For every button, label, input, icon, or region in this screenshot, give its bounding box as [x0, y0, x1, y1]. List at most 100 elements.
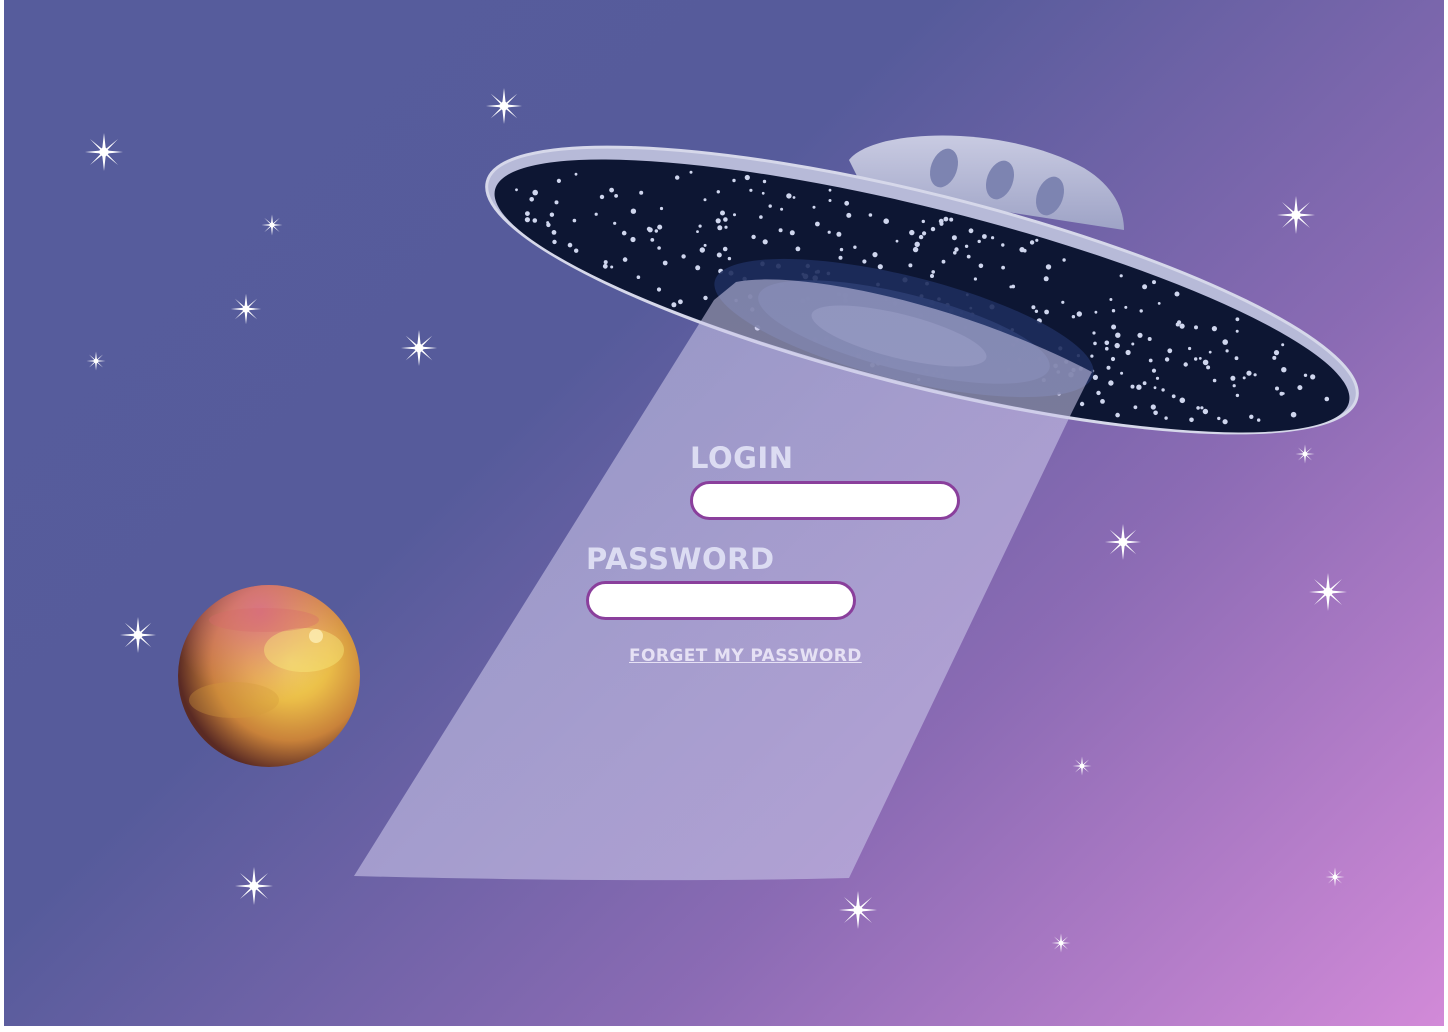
ufo-light: [671, 302, 677, 308]
ufo-light: [751, 234, 756, 240]
ufo-light: [862, 259, 867, 264]
ufo-light: [1222, 339, 1228, 345]
ufo-light: [1211, 326, 1217, 332]
password-input[interactable]: [586, 581, 856, 620]
ufo-light: [1043, 276, 1049, 282]
ufo-light: [1179, 397, 1186, 404]
ufo-light: [768, 204, 772, 208]
ufo-light: [943, 216, 949, 222]
ufo-light: [930, 226, 936, 232]
forgot-password-link[interactable]: FORGET MY PASSWORD: [629, 646, 862, 666]
ufo-light: [1108, 380, 1114, 386]
ufo-light: [792, 196, 796, 199]
ufo-light: [964, 244, 969, 248]
ufo-light: [1119, 274, 1123, 278]
ufo-light: [1111, 324, 1117, 330]
ufo-light: [872, 252, 878, 258]
login-input[interactable]: [690, 481, 960, 520]
ufo-light: [844, 200, 850, 206]
ufo-light: [977, 239, 981, 244]
ufo-light: [954, 247, 959, 252]
ufo-light: [720, 210, 725, 216]
ufo-light: [1125, 349, 1131, 356]
ufo-light: [656, 287, 662, 292]
ufo-light: [681, 254, 686, 259]
ufo-light: [1137, 332, 1143, 338]
ufo-light: [546, 221, 550, 225]
ufo-light: [1246, 370, 1252, 376]
ufo-light: [1011, 284, 1016, 289]
ufo-light: [930, 274, 934, 278]
ufo-light: [1090, 354, 1094, 358]
ufo-light: [1001, 243, 1005, 247]
ufo-light: [1179, 323, 1185, 329]
ufo-light: [1281, 392, 1285, 395]
ufo-light: [1029, 240, 1035, 245]
ufo-light: [1001, 265, 1005, 270]
ufo-light: [1225, 349, 1229, 353]
ufo-light: [941, 259, 946, 264]
ufo-light: [657, 224, 663, 230]
ufo-light: [574, 248, 579, 253]
ufo-light: [1202, 359, 1209, 366]
ufo-light: [1142, 284, 1148, 290]
ufo-light: [1106, 365, 1111, 370]
ufo-light: [574, 172, 578, 176]
ufo-light: [1142, 381, 1147, 386]
ufo-light: [715, 218, 721, 224]
ufo-light: [918, 234, 924, 240]
ufo-light: [1164, 416, 1168, 420]
ufo-light: [908, 263, 913, 268]
ufo-light: [951, 235, 957, 241]
ufo-light: [732, 178, 736, 183]
ufo-light: [762, 179, 767, 184]
ufo-light: [603, 260, 608, 265]
ufo-light: [630, 208, 637, 214]
ufo-light: [1235, 329, 1239, 333]
ufo-light: [1153, 410, 1158, 416]
ufo-light: [815, 221, 820, 227]
planet-icon: [178, 585, 360, 767]
ufo-light: [812, 205, 816, 209]
ufo-light: [1212, 378, 1217, 383]
ufo-light: [1324, 396, 1330, 402]
ufo-light: [895, 239, 899, 243]
ufo-light: [1114, 342, 1120, 349]
ufo-light: [657, 246, 661, 250]
ufo-light: [1100, 399, 1105, 404]
ufo-light: [1115, 412, 1120, 418]
ufo-light: [1281, 343, 1285, 347]
ufo-light: [610, 265, 614, 269]
ufo-light: [938, 218, 944, 224]
ufo-light: [599, 194, 605, 200]
ufo-light: [949, 217, 954, 222]
ufo-light: [749, 188, 753, 192]
ufo-light: [1071, 315, 1076, 319]
login-label: LOGIN: [690, 441, 794, 475]
ufo-light: [744, 174, 750, 181]
ufo-light: [921, 219, 925, 224]
ufo-light: [1115, 332, 1121, 338]
ufo-light: [525, 211, 530, 217]
ufo-light: [1044, 309, 1049, 315]
ufo-light: [789, 230, 795, 236]
ufo-light: [1188, 346, 1192, 351]
ufo-light: [678, 299, 683, 305]
ufo-light: [778, 228, 783, 233]
ufo-light: [1035, 238, 1039, 242]
ufo-light: [1208, 350, 1212, 354]
ufo-light: [1242, 376, 1246, 380]
ufo-light: [1200, 406, 1204, 410]
ufo-light: [1105, 346, 1109, 351]
ufo-light: [1249, 414, 1254, 419]
ufo-light: [609, 187, 614, 193]
ufo-light: [912, 246, 919, 253]
login-scene: LOGIN PASSWORD FORGET MY PASSWORD: [4, 0, 1444, 1026]
ufo-light: [1110, 356, 1116, 362]
ufo-light: [639, 190, 644, 195]
ufo-light: [1147, 337, 1152, 341]
ufo-light: [1281, 367, 1287, 373]
ufo-light: [699, 247, 705, 253]
ufo-light: [1153, 386, 1157, 390]
ufo-light: [1194, 357, 1198, 361]
